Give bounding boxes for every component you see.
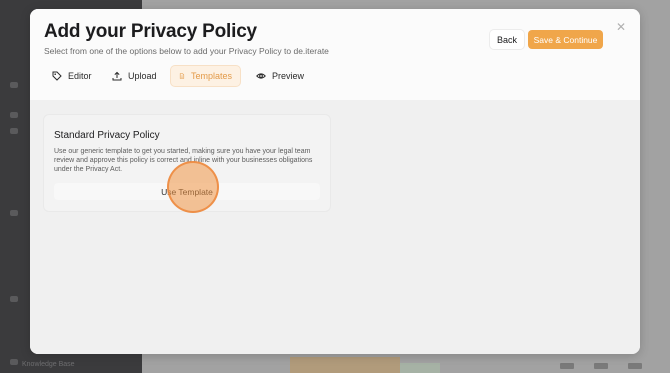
background-nav-icon — [10, 210, 18, 216]
tab-label: Preview — [272, 71, 305, 81]
tab-label: Upload — [128, 71, 157, 81]
modal-title: Add your Privacy Policy — [44, 21, 257, 42]
template-card-title: Standard Privacy Policy — [54, 130, 160, 141]
tag-icon — [52, 71, 62, 81]
save-continue-button[interactable]: Save & Continue — [528, 30, 603, 49]
background-nav-icon — [10, 128, 18, 134]
background-stat — [560, 363, 574, 369]
close-icon[interactable]: ✕ — [615, 21, 627, 33]
tab-preview[interactable]: Preview — [248, 66, 312, 86]
background-chart-block — [400, 363, 440, 373]
background-nav-icon — [10, 359, 18, 365]
background-footer-label: Knowledge Base — [22, 361, 75, 368]
tab-editor[interactable]: Editor — [44, 66, 100, 86]
use-template-button[interactable]: Use Template — [54, 183, 320, 200]
tab-label: Editor — [68, 71, 92, 81]
upload-icon — [112, 71, 122, 81]
background-chart-block — [290, 357, 400, 373]
background-nav-icon — [10, 296, 18, 302]
document-icon — [179, 73, 185, 79]
eye-icon — [256, 73, 266, 79]
modal-subtitle: Select from one of the options below to … — [44, 46, 329, 56]
back-button[interactable]: Back — [490, 30, 524, 49]
background-stat — [628, 363, 642, 369]
template-card: Standard Privacy Policy Use our generic … — [44, 115, 330, 211]
background-nav-icon — [10, 112, 18, 118]
tab-upload[interactable]: Upload — [104, 66, 165, 86]
background-stat — [594, 363, 608, 369]
template-card-description: Use our generic template to get you star… — [54, 148, 313, 173]
tab-templates[interactable]: Templates — [171, 66, 240, 86]
tab-label: Templates — [190, 71, 232, 81]
modal-header: Add your Privacy Policy Select from one … — [30, 9, 640, 100]
background-nav-icon — [10, 82, 18, 88]
